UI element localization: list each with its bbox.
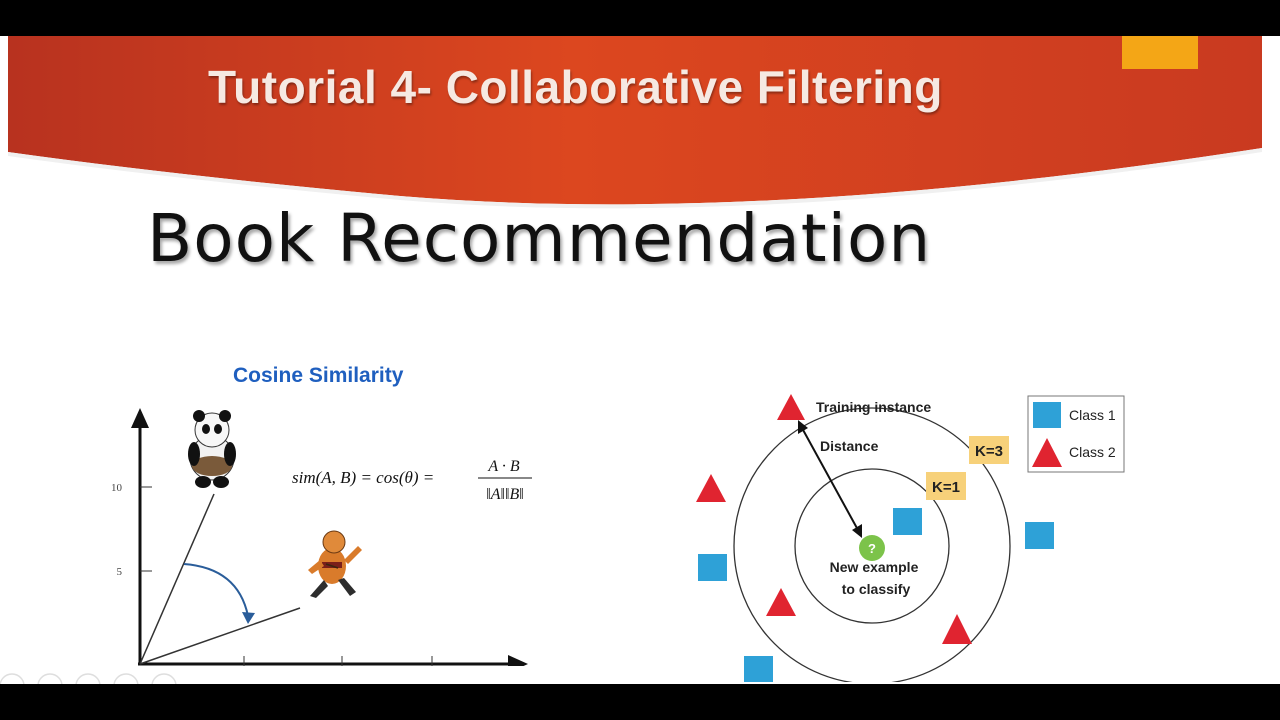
- class1-point-square-icon: [698, 554, 727, 581]
- pen-icon[interactable]: [37, 673, 63, 684]
- legend-class1-square-icon: [1033, 402, 1061, 428]
- angle-arrow-icon: [242, 612, 255, 624]
- angle-arc: [183, 563, 249, 617]
- y-tick-label: 10: [111, 482, 123, 494]
- k1-label: K=1: [932, 479, 960, 496]
- zoom-icon[interactable]: [113, 673, 139, 684]
- training-instance-label: Training instance: [816, 399, 931, 415]
- new-example-symbol: ?: [868, 541, 876, 556]
- y-axis-arrow-icon: [131, 408, 149, 428]
- letterbox-bottom: [0, 684, 1280, 720]
- slide-subtitle: Book Recommendation: [147, 200, 932, 277]
- legend: Class 1 Class 2: [1027, 395, 1125, 473]
- formula-numerator: A · B: [487, 458, 519, 475]
- k3-label: K=3: [975, 443, 1003, 460]
- y-tick-label: 5: [117, 566, 123, 578]
- new-example-line2: to classify: [842, 581, 911, 597]
- formula-lhs: sim(A, B) = cos(θ) =: [292, 468, 434, 487]
- class1-point-square-icon: [744, 656, 773, 682]
- panda-icon: [188, 410, 236, 488]
- new-example-line1: New example: [830, 559, 919, 575]
- class1-point-square-icon: [893, 508, 922, 535]
- class2-point-triangle-icon: [942, 614, 972, 644]
- slide-viewer-controls[interactable]: [0, 672, 200, 684]
- accent-square: [1122, 36, 1198, 69]
- vector-a: [139, 493, 215, 665]
- training-instance-triangle-icon: [777, 394, 805, 420]
- tiger-icon: [308, 530, 362, 598]
- previous-icon[interactable]: [0, 673, 25, 684]
- legend-class1-label: Class 1: [1069, 407, 1116, 423]
- slide-title: Tutorial 4- Collaborative Filtering: [208, 61, 943, 113]
- legend-class2-label: Class 2: [1069, 444, 1116, 460]
- formula-denominator: ‖A‖‖B‖: [486, 486, 524, 503]
- slide: Tutorial 4- Collaborative Filtering Book…: [0, 36, 1280, 684]
- class1-point-square-icon: [1025, 522, 1054, 549]
- distance-label: Distance: [820, 438, 879, 454]
- vector-b: [139, 607, 301, 665]
- knn-figure: Class 1 Class 2 Training instance Distan…: [696, 394, 1125, 682]
- x-axis-arrow-icon: [508, 655, 528, 666]
- cosine-heading: Cosine Similarity: [233, 364, 404, 387]
- cosine-formula: sim(A, B) = cos(θ) = A · B ‖A‖‖B‖: [292, 458, 532, 503]
- distance-arrowhead-bottom-icon: [852, 524, 862, 538]
- distance-arrowhead-top-icon: [798, 420, 808, 434]
- cosine-similarity-figure: Cosine Similarity 10 5 5 10 15 sim(A, B)…: [111, 364, 532, 666]
- class2-point-triangle-icon: [766, 588, 796, 616]
- slides-icon[interactable]: [75, 673, 101, 684]
- more-options-icon[interactable]: [151, 673, 177, 684]
- class2-point-triangle-icon: [696, 474, 726, 502]
